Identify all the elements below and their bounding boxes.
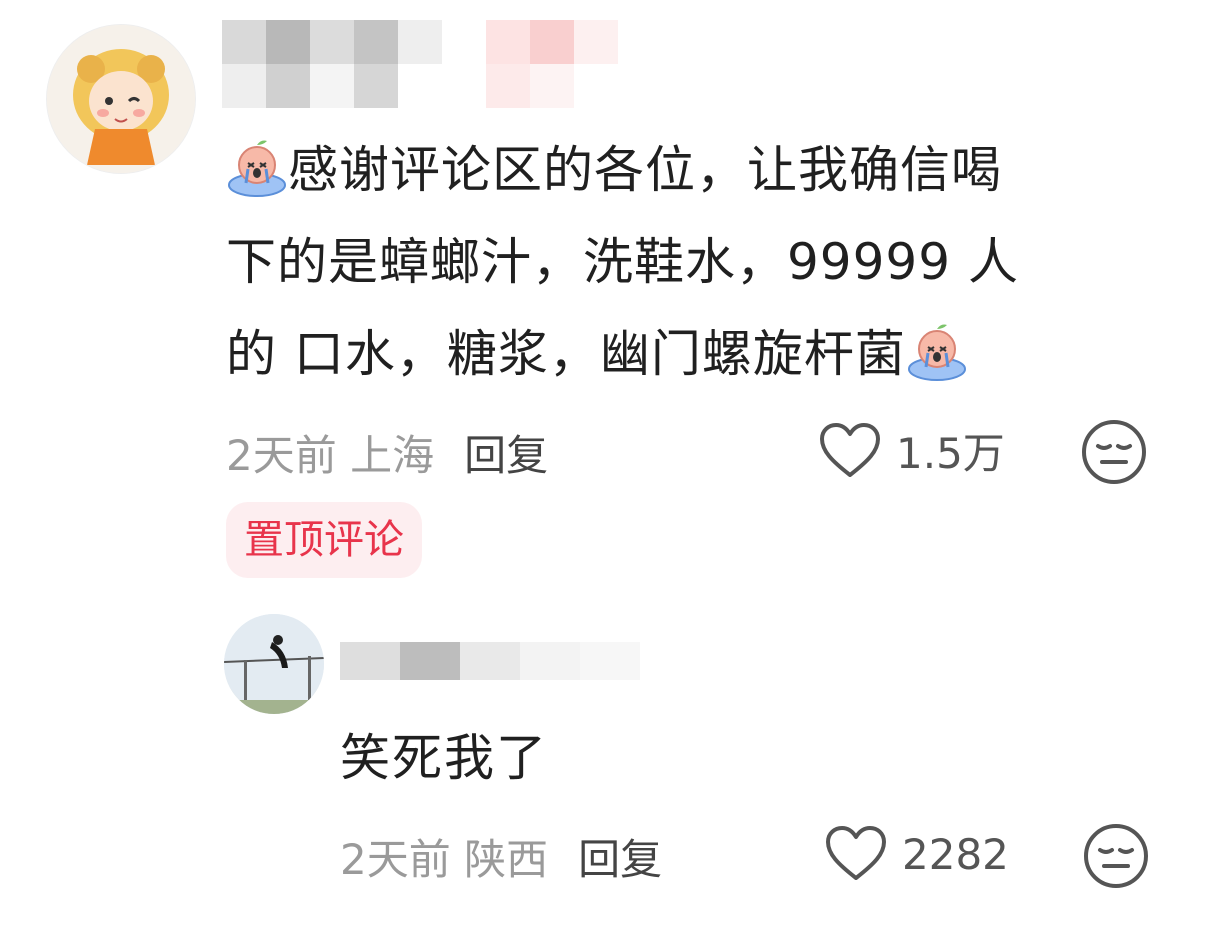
dislike-face-icon[interactable] (1082, 822, 1150, 890)
reply-commenter-avatar[interactable] (224, 614, 324, 714)
like-count: 1.5万 (896, 429, 1005, 478)
commenter-avatar[interactable] (46, 24, 196, 174)
crying-emoji-icon (228, 140, 286, 197)
like-button[interactable]: 2282 (824, 824, 1009, 884)
comment-line-3: 的 口水，糖浆，幽门螺旋杆菌 (226, 325, 906, 383)
reply-comment-text: 笑死我了 (340, 729, 548, 787)
reply-button[interactable]: 回复 (578, 835, 662, 884)
comment-line-1: 感谢评论区的各位，让我确信喝 (288, 141, 1002, 199)
reply-username-blurred[interactable] (340, 642, 640, 680)
comment-meta: 2天前 上海 回复 (226, 422, 548, 483)
comment-text: 感谢评论区的各位，让我确信喝 下的是蟑螂汁，洗鞋水，99999 人 的 口水，糖… (226, 124, 1166, 400)
like-count: 2282 (902, 829, 1009, 879)
reply-meta: 2天前 陕西 回复 (340, 826, 662, 887)
time-location: 2天前 陕西 (340, 835, 549, 884)
time-location: 2天前 上海 (226, 431, 435, 480)
heart-outline-icon (820, 422, 880, 477)
pinned-comment-badge: 置顶评论 (226, 502, 422, 578)
like-button[interactable]: 1.5万 (818, 420, 1005, 481)
doll-avatar-image (47, 25, 195, 173)
username-blurred[interactable] (222, 20, 618, 108)
dislike-face-icon[interactable] (1080, 418, 1148, 486)
heart-outline-icon (826, 826, 886, 880)
crying-emoji-icon (907, 324, 966, 381)
reply-button[interactable]: 回复 (464, 431, 548, 480)
comment-line-2: 下的是蟑螂汁，洗鞋水，99999 人 (226, 233, 1019, 291)
person-avatar-image (224, 614, 324, 714)
